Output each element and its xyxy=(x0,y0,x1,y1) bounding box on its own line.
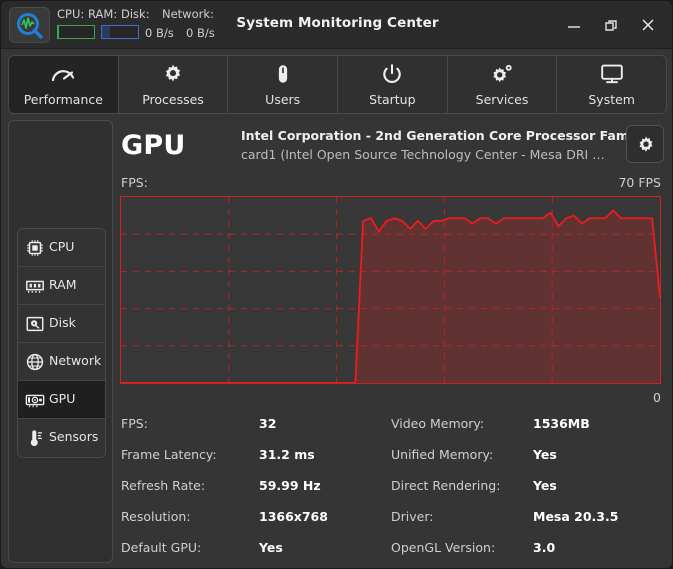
stat-key: Direct Rendering: xyxy=(391,478,501,493)
tab-services[interactable]: Services xyxy=(447,56,558,113)
sidebar-item-sensors-label: Sensors xyxy=(49,429,99,444)
sidebar-item-cpu[interactable]: CPU xyxy=(18,229,105,267)
stat-row: Unified Memory: Yes xyxy=(391,443,668,474)
app-window: CPU: RAM: Disk: Network: 0 B/s 0 B/s Sys… xyxy=(0,0,673,569)
stat-row: FPS: 32 xyxy=(121,412,398,443)
stat-value: Yes xyxy=(533,447,557,462)
stat-row: OpenGL Version: 3.0 xyxy=(391,536,668,567)
sidebar-item-sensors[interactable]: Sensors xyxy=(18,419,105,457)
chart-svg xyxy=(121,197,661,384)
gears-icon xyxy=(448,63,557,85)
sidebar-item-cpu-label: CPU xyxy=(49,239,75,254)
tab-system-label: System xyxy=(588,92,635,107)
tab-services-label: Services xyxy=(475,92,529,107)
stat-row: Direct Rendering: Yes xyxy=(391,474,668,505)
stat-value: Mesa 20.3.5 xyxy=(533,509,619,524)
thermometer-icon xyxy=(25,428,45,448)
tab-startup-label: Startup xyxy=(369,92,416,107)
device-name: Intel Corporation - 2nd Generation Core … xyxy=(241,128,626,143)
stat-value: 32 xyxy=(259,416,277,431)
main-tab-bar: Performance Processes Users Startup Serv… xyxy=(8,55,667,114)
tab-performance-label: Performance xyxy=(23,92,103,107)
stat-key: Driver: xyxy=(391,509,434,524)
stat-value: 1536MB xyxy=(533,416,590,431)
stat-value: 59.99 Hz xyxy=(259,478,321,493)
gpu-settings-button[interactable] xyxy=(626,125,664,163)
chart-area-fill xyxy=(121,210,660,383)
close-icon xyxy=(642,19,654,31)
device-subtitle: card1 (Intel Open Source Technology Cent… xyxy=(241,147,605,162)
chart-plot-area[interactable] xyxy=(120,196,661,384)
tab-startup[interactable]: Startup xyxy=(338,56,448,113)
stat-value: 31.2 ms xyxy=(259,447,315,462)
stat-row: Refresh Rate: 59.99 Hz xyxy=(121,474,398,505)
sidebar-item-disk-label: Disk xyxy=(49,315,76,330)
cpu-chip-icon xyxy=(25,238,45,258)
power-icon xyxy=(338,63,447,85)
gpu-panel: GPU Intel Corporation - 2nd Generation C… xyxy=(113,120,667,563)
stat-key: OpenGL Version: xyxy=(391,540,496,555)
gpu-stats: FPS: 32 Frame Latency: 31.2 ms Refresh Rate:… xyxy=(113,412,667,562)
stat-row: Frame Latency: 31.2 ms xyxy=(121,443,398,474)
sidebar-item-ram[interactable]: RAM xyxy=(18,267,105,305)
page-title: GPU xyxy=(121,130,186,161)
chart-y-axis-label: FPS: xyxy=(121,175,148,190)
stat-value: 3.0 xyxy=(533,540,556,555)
stat-key: Resolution: xyxy=(121,509,191,524)
speedometer-icon xyxy=(9,63,118,85)
gpu-stats-right-column: Video Memory: 1536MB Unified Memory: Yes Dir… xyxy=(391,412,668,567)
close-button[interactable] xyxy=(634,11,662,39)
sidebar-item-network[interactable]: Network xyxy=(18,343,105,381)
maximize-button[interactable] xyxy=(597,11,625,39)
tab-users-label: Users xyxy=(265,92,301,107)
stat-row: Video Memory: 1536MB xyxy=(391,412,668,443)
gpu-stats-left-column: FPS: 32 Frame Latency: 31.2 ms Refresh Rate:… xyxy=(121,412,398,567)
mouse-icon xyxy=(228,63,337,85)
sidebar: CPU RAM Disk Network GPU Sensors xyxy=(8,120,113,563)
hard-disk-icon xyxy=(25,314,45,334)
sidebar-item-gpu[interactable]: GPU xyxy=(18,381,105,419)
memory-stick-icon xyxy=(25,276,45,296)
sidebar-device-list: CPU RAM Disk Network GPU Sensors xyxy=(17,228,106,458)
tab-processes[interactable]: Processes xyxy=(118,56,229,113)
graphics-card-icon xyxy=(25,390,45,410)
stat-key: Default GPU: xyxy=(121,540,202,555)
globe-icon xyxy=(25,352,45,372)
sidebar-item-network-label: Network xyxy=(49,353,102,368)
stat-value: Yes xyxy=(533,478,557,493)
stat-key: Video Memory: xyxy=(391,416,485,431)
stat-key: Unified Memory: xyxy=(391,447,494,462)
stat-value: 1366x768 xyxy=(259,509,328,524)
stat-row: Default GPU: Yes xyxy=(121,536,398,567)
stat-key: Frame Latency: xyxy=(121,447,217,462)
tab-performance[interactable]: Performance xyxy=(9,56,119,113)
stat-key: Refresh Rate: xyxy=(121,478,206,493)
gear-icon xyxy=(639,136,653,152)
monitor-icon xyxy=(557,63,666,85)
minimize-button[interactable] xyxy=(560,11,588,39)
tab-system[interactable]: System xyxy=(557,56,666,113)
sidebar-item-ram-label: RAM xyxy=(49,277,77,292)
sidebar-item-gpu-label: GPU xyxy=(49,391,76,406)
tab-users[interactable]: Users xyxy=(228,56,339,113)
gear-icon xyxy=(119,63,228,85)
stat-row: Resolution: 1366x768 xyxy=(121,505,398,536)
minimize-icon xyxy=(568,26,580,28)
chart-y-max-label: 70 FPS xyxy=(618,175,661,190)
stat-value: Yes xyxy=(259,540,283,555)
stat-row: Driver: Mesa 20.3.5 xyxy=(391,505,668,536)
stat-key: FPS: xyxy=(121,416,148,431)
maximize-icon xyxy=(605,20,617,31)
chart-y-min-label: 0 xyxy=(653,390,661,405)
tab-processes-label: Processes xyxy=(142,92,204,107)
title-bar: CPU: RAM: Disk: Network: 0 B/s 0 B/s Sys… xyxy=(1,1,672,49)
fps-chart: FPS: 70 FPS 0 xyxy=(113,175,667,405)
sidebar-item-disk[interactable]: Disk xyxy=(18,305,105,343)
